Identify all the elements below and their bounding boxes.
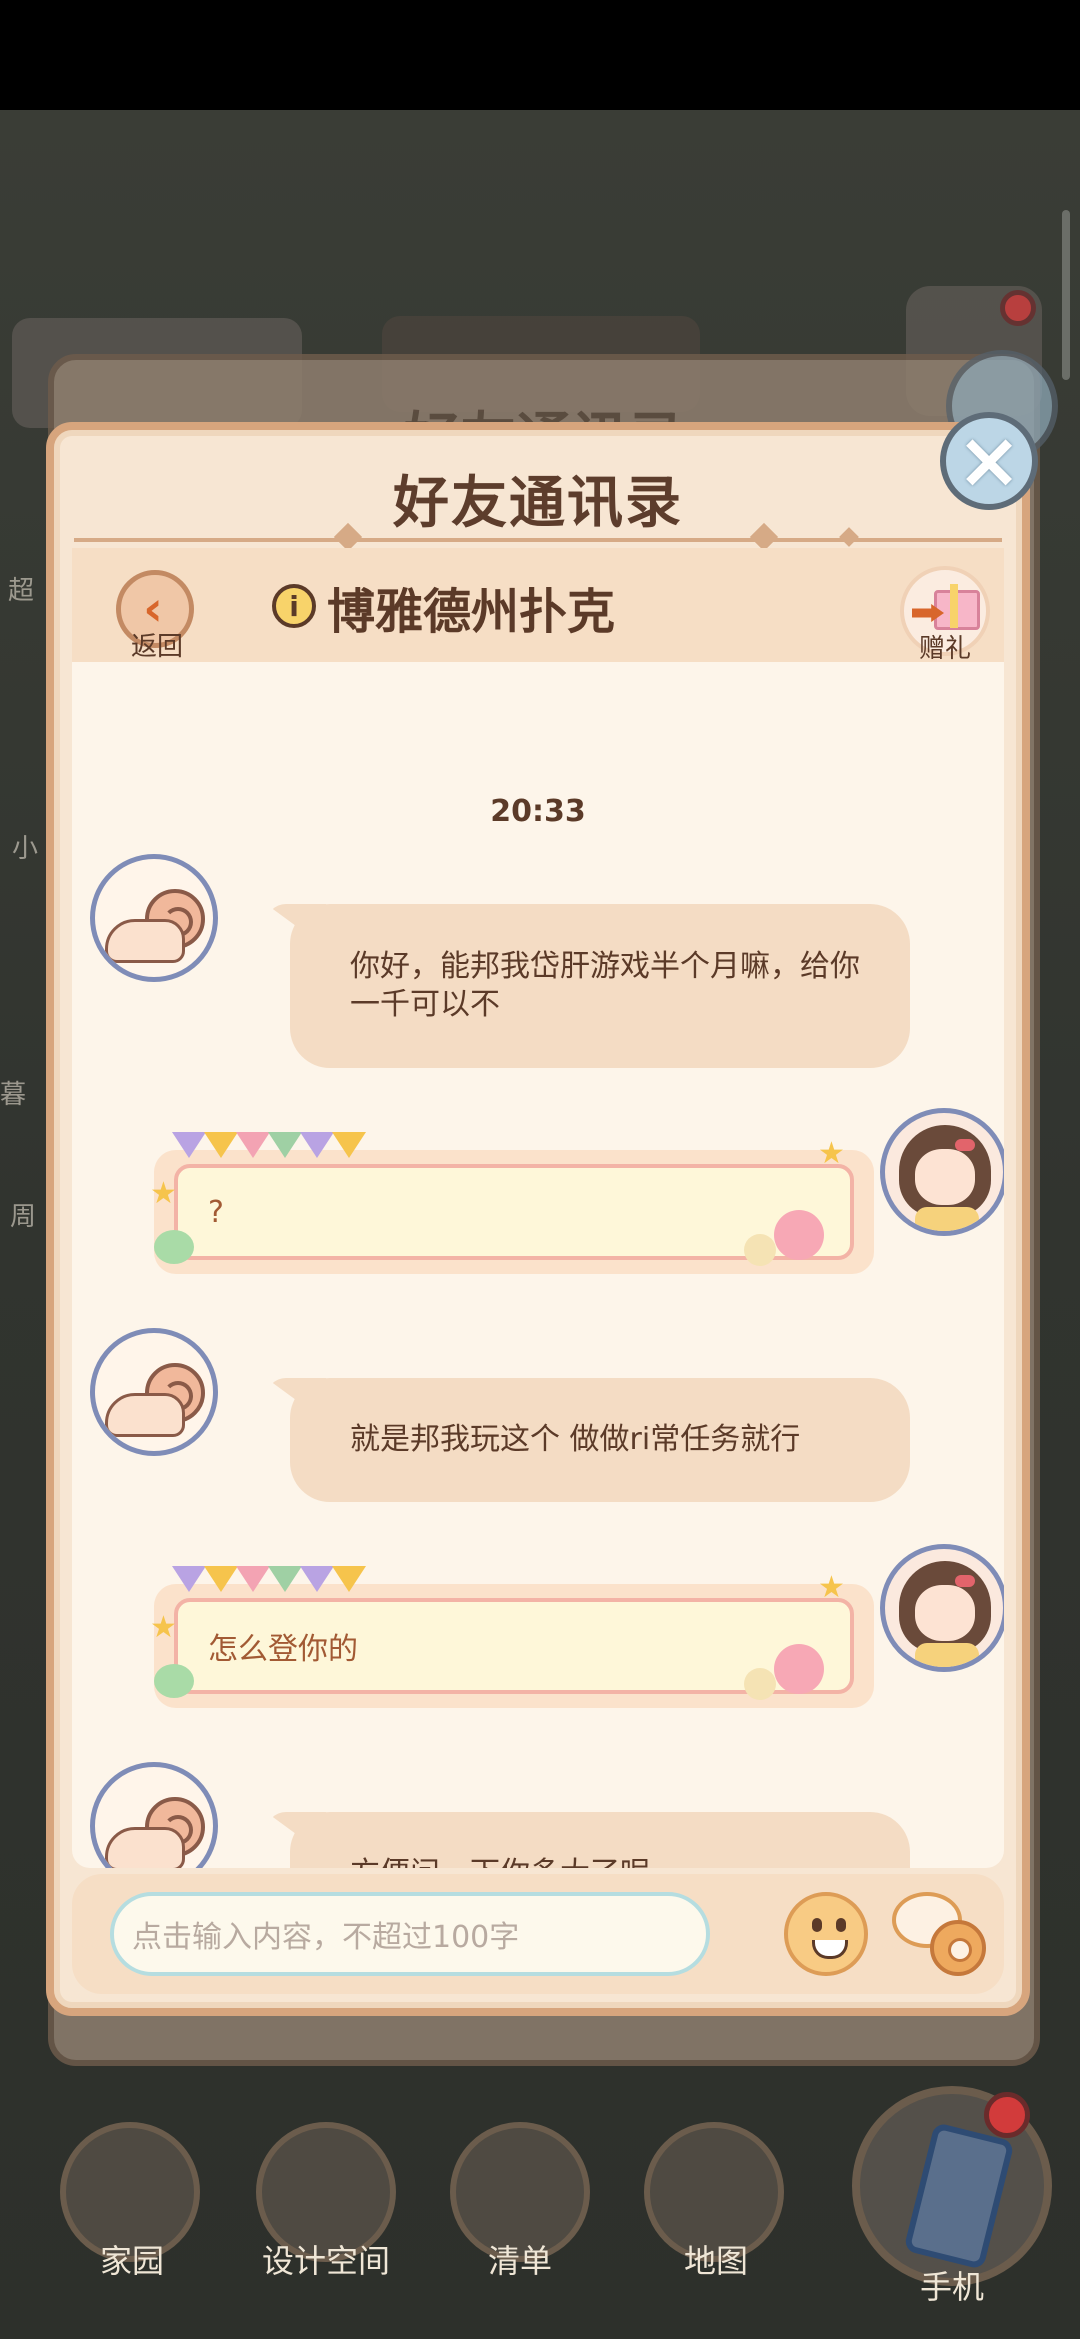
star-decoration: ★ (150, 1176, 177, 1211)
snail-body (105, 1827, 185, 1868)
message-timestamp: 20:33 (490, 794, 586, 829)
outgoing-message: 怎么登你的 ★ ★ (150, 1566, 874, 1708)
outgoing-message: ? ★ ★ (150, 1132, 874, 1274)
scroll-indicator (1062, 210, 1070, 380)
friend-name: 博雅德州扑克 (327, 584, 616, 640)
close-button[interactable]: × (940, 412, 1038, 510)
close-icon: × (956, 416, 1022, 506)
star-decoration: ★ (818, 1570, 845, 1605)
friend-avatar[interactable] (90, 1328, 218, 1456)
nav-list-label: 清单 (487, 2242, 552, 2280)
background-text: 小 (12, 834, 39, 864)
incoming-message: 方便问一下你多大了呢 (290, 1812, 910, 1868)
nav-map-label: 地图 (683, 2242, 748, 2280)
avatar-shirt (915, 1643, 979, 1667)
avatar-face (915, 1149, 975, 1205)
phone-icon (903, 2122, 1015, 2270)
title-divider (74, 538, 1002, 542)
snail-body (105, 919, 185, 963)
input-bar: 点击输入内容，不超过100字 (72, 1874, 1004, 1994)
friend-avatar[interactable] (90, 854, 218, 982)
macaron-decoration (774, 1644, 824, 1694)
incoming-message: 你好，能邦我岱肝游戏半个月嘛，给你一千可以不 (290, 904, 910, 1068)
snail-body (105, 1393, 185, 1437)
status-bar-area (0, 0, 1080, 110)
nav-home-label: 家园 (99, 2242, 164, 2280)
chat-header: ‹ 返回 i 博雅德州扑克 赠礼 (72, 548, 1004, 664)
background-notification-dot (1000, 290, 1036, 326)
message-text: 就是邦我玩这个 做做ri常任务就行 (350, 1422, 801, 1457)
gear-icon (930, 1920, 986, 1976)
info-icon[interactable]: i (272, 584, 316, 628)
star-decoration: ★ (818, 1136, 845, 1171)
nav-design-label: 设计空间 (261, 2242, 390, 2280)
friend-avatar[interactable] (90, 1762, 218, 1868)
avatar-bow (955, 1575, 975, 1587)
macaron-decoration (744, 1668, 776, 1700)
chat-settings-button[interactable] (892, 1892, 992, 1982)
avatar-face (915, 1585, 975, 1641)
my-avatar[interactable] (880, 1544, 1004, 1672)
message-text: 方便问一下你多大了呢 (350, 1855, 650, 1868)
message-text: ? (208, 1194, 224, 1230)
incoming-message: 就是邦我玩这个 做做ri常任务就行 (290, 1378, 910, 1502)
avatar-shirt (915, 1207, 979, 1231)
my-avatar[interactable] (880, 1108, 1004, 1236)
nav-phone-label: 手机 (919, 2268, 984, 2306)
macaron-decoration (154, 1230, 194, 1264)
macaron-decoration (774, 1210, 824, 1260)
macaron-decoration (744, 1234, 776, 1266)
emoji-mouth (812, 1940, 848, 1959)
back-label: 返回 (130, 632, 183, 662)
chat-panel: ‹ 返回 i 博雅德州扑克 赠礼 20:33 你好，能邦我岱肝游戏半个月嘛，给你… (72, 548, 1004, 1868)
dialog-title: 好友通讯录 (393, 471, 683, 536)
gift-label: 赠礼 (918, 634, 971, 664)
background-text: 暮 (0, 1080, 27, 1110)
message-text: 怎么登你的 (208, 1632, 358, 1667)
background-text: 周 (10, 1202, 37, 1232)
bunting-decoration (172, 1132, 402, 1162)
emoji-button[interactable] (784, 1892, 868, 1976)
gift-ribbon (950, 584, 958, 628)
message-text: 你好，能邦我岱肝游戏半个月嘛，给你一千可以不 (350, 949, 860, 1022)
emoji-eye (836, 1918, 846, 1932)
macaron-decoration (154, 1664, 194, 1698)
star-decoration: ★ (150, 1610, 177, 1645)
background-text: 超 (8, 576, 35, 606)
contacts-dialog: 好友通讯录 ‹ 返回 i 博雅德州扑克 赠礼 20:33 你好，能邦我岱肝游戏半… (46, 422, 1030, 2016)
phone-notification-dot (984, 2092, 1030, 2138)
avatar-bow (955, 1139, 975, 1151)
message-input[interactable]: 点击输入内容，不超过100字 (110, 1892, 710, 1976)
emoji-eye (812, 1918, 822, 1932)
